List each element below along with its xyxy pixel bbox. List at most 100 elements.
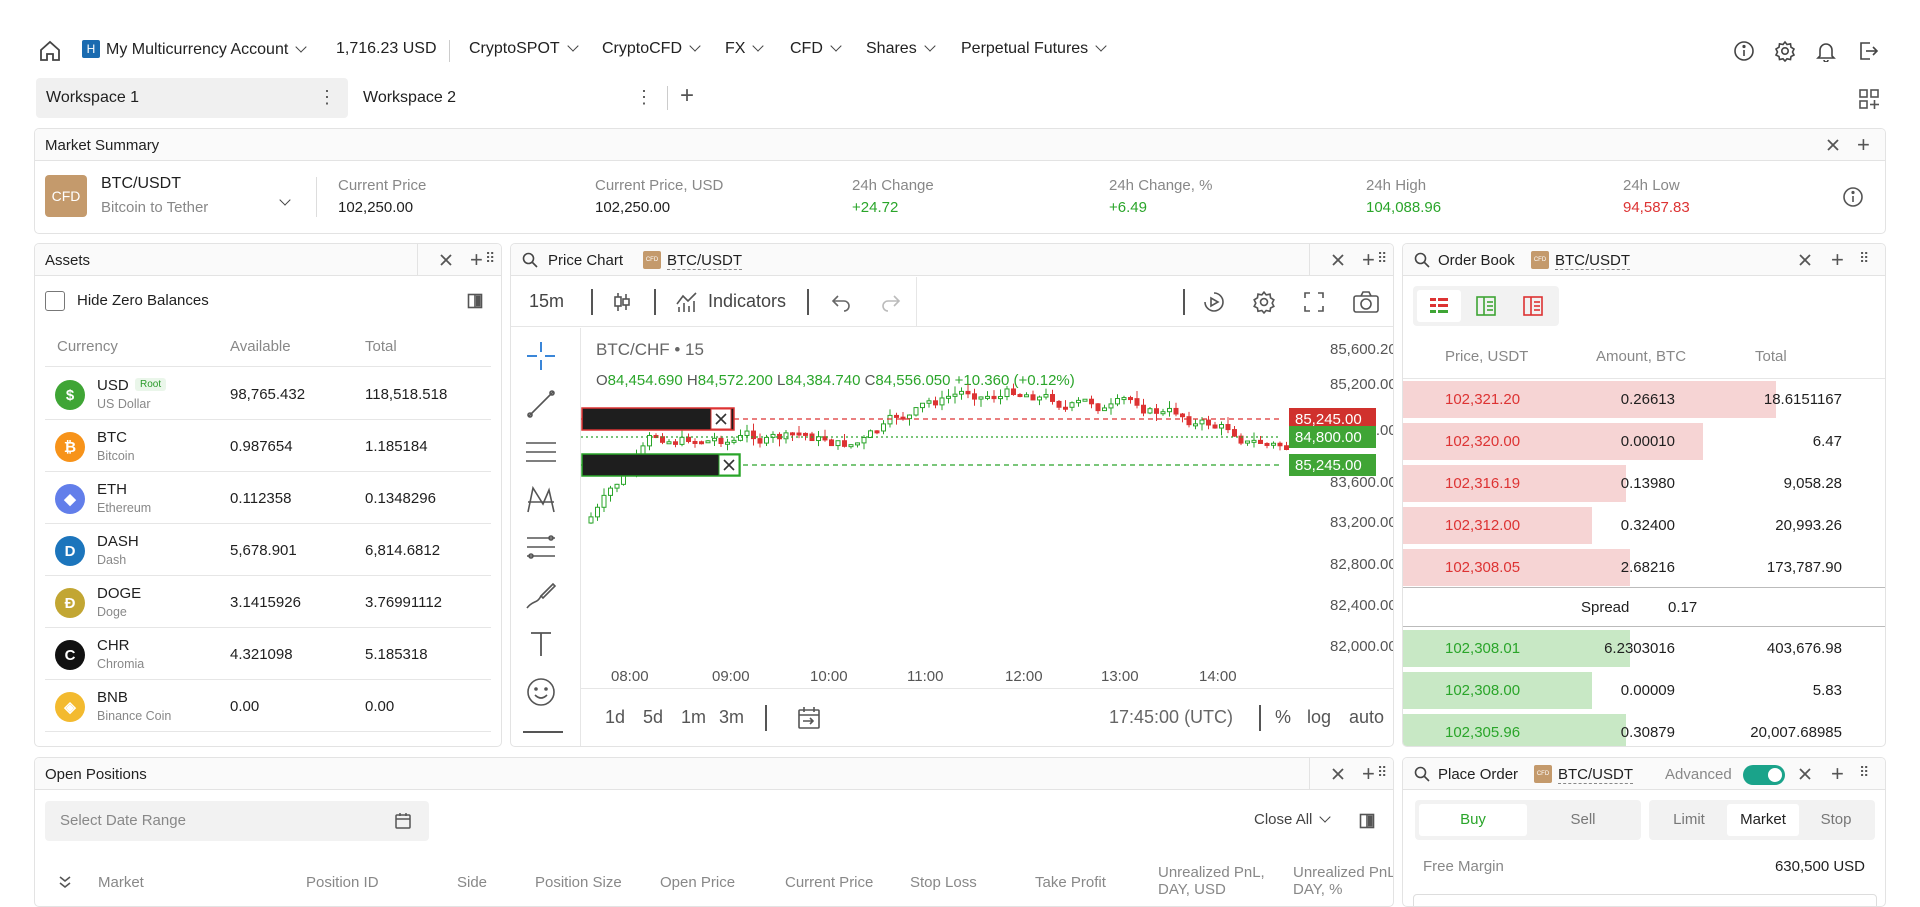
add-icon[interactable]: + xyxy=(1831,249,1847,271)
view-asks-icon[interactable] xyxy=(1511,290,1555,322)
asset-row[interactable]: C CHR Chromia 4.321098 5.185318 xyxy=(45,628,491,680)
column-header[interactable]: Stop Loss xyxy=(910,874,977,891)
column-header[interactable]: Unrealized PnL, DAY, % xyxy=(1293,864,1393,898)
limit-tab[interactable]: Limit xyxy=(1653,804,1725,836)
asset-row[interactable]: ₿ BTC Bitcoin 0.987654 1.185184 xyxy=(45,420,491,472)
close-icon[interactable] xyxy=(1328,764,1348,784)
symbol-selector[interactable]: CFD BTC/USDT Bitcoin to Tether xyxy=(45,173,301,221)
columns-icon[interactable] xyxy=(1357,811,1377,831)
range-1m[interactable]: 1m xyxy=(681,707,706,728)
ask-row[interactable]: 102,312.00 0.32400 20,993.26 xyxy=(1403,505,1885,545)
range-5d[interactable]: 5d xyxy=(643,707,663,728)
emoji-icon[interactable] xyxy=(523,674,559,710)
bid-row[interactable]: 102,305.96 0.30879 20,007.68985 xyxy=(1403,712,1885,746)
collapse-all-icon[interactable] xyxy=(55,872,75,892)
info-icon[interactable] xyxy=(1731,38,1757,64)
price-chart-canvas[interactable]: 85,600.20 85,200.00 84,800.00 83,600.00 83,2… xyxy=(581,328,1394,688)
asset-row[interactable]: ◆ ETH Ethereum 0.112358 0.1348296 xyxy=(45,472,491,524)
view-both-icon[interactable] xyxy=(1417,290,1461,322)
asset-row[interactable]: D DASH Dash 5,678.901 6,814.6812 xyxy=(45,524,491,576)
gear-icon[interactable] xyxy=(1251,289,1277,315)
symbol-link[interactable]: BTC/USDT xyxy=(667,252,742,270)
symbol-link[interactable]: BTC/USDT xyxy=(1558,766,1633,784)
sell-button[interactable]: Sell xyxy=(1529,804,1637,836)
replay-icon[interactable] xyxy=(1201,289,1227,315)
asset-row[interactable]: ◈ BNB Binance Coin 0.00 0.00 xyxy=(45,680,491,732)
close-icon[interactable] xyxy=(436,250,456,270)
bid-row[interactable]: 102,308.00 0.00009 5.83 xyxy=(1403,670,1885,710)
order-tag[interactable] xyxy=(581,407,735,431)
tab-workspace-1[interactable]: Workspace 1 ⋮ xyxy=(36,78,348,118)
brush-icon[interactable] xyxy=(523,578,559,614)
asset-row[interactable]: $ USD Root US Dollar 98,765.432 118,518.518 xyxy=(45,368,491,420)
text-icon[interactable] xyxy=(523,626,559,662)
range-1d[interactable]: 1d xyxy=(605,707,625,728)
view-bids-icon[interactable] xyxy=(1464,290,1508,322)
ask-row[interactable]: 102,316.19 0.13980 9,058.28 xyxy=(1403,463,1885,503)
gear-icon[interactable] xyxy=(1772,38,1798,64)
add-icon[interactable]: + xyxy=(470,249,486,271)
column-header[interactable]: Market xyxy=(98,874,144,891)
menu-perpetual-futures[interactable]: Perpetual Futures xyxy=(961,40,1107,58)
market-tab[interactable]: Market xyxy=(1727,804,1799,836)
more-vertical-icon[interactable]: ⋮ xyxy=(635,88,653,106)
redo-icon[interactable] xyxy=(878,289,904,315)
menu-cryptocfd[interactable]: CryptoCFD xyxy=(602,40,701,58)
columns-icon[interactable] xyxy=(465,291,485,311)
column-header[interactable]: Side xyxy=(457,874,487,891)
fullscreen-icon[interactable] xyxy=(1301,289,1327,315)
account-selector[interactable]: H My Multicurrency Account xyxy=(82,40,307,59)
auto-scale-toggle[interactable]: auto xyxy=(1349,707,1384,728)
drag-handle-icon[interactable]: ⠿ xyxy=(485,250,501,270)
interval-button[interactable]: 15m xyxy=(529,291,564,312)
add-icon[interactable]: + xyxy=(1362,763,1378,785)
menu-cryptospot[interactable]: CryptoSPOT xyxy=(469,40,579,58)
undo-icon[interactable] xyxy=(828,289,854,315)
calendar-goto-icon[interactable] xyxy=(795,704,823,732)
drag-handle-icon[interactable]: ⠿ xyxy=(1377,764,1393,784)
ask-row[interactable]: 102,320.00 0.00010 6.47 xyxy=(1403,421,1885,461)
drag-handle-icon[interactable]: ⠿ xyxy=(1377,250,1393,270)
fib-icon[interactable] xyxy=(523,530,559,566)
range-3m[interactable]: 3m xyxy=(719,707,744,728)
column-header[interactable]: Current Price xyxy=(785,874,873,891)
candlestick-icon[interactable] xyxy=(609,289,635,315)
camera-icon[interactable] xyxy=(1351,289,1381,315)
column-header[interactable]: Take Profit xyxy=(1035,874,1106,891)
column-header[interactable]: Open Price xyxy=(660,874,735,891)
horizontal-lines-icon[interactable] xyxy=(523,434,559,470)
drag-handle-icon[interactable]: ⠿ xyxy=(1859,764,1879,784)
add-workspace-button[interactable]: + xyxy=(680,84,694,108)
symbol-link[interactable]: BTC/USDT xyxy=(1555,252,1630,270)
log-scale-toggle[interactable]: log xyxy=(1307,707,1331,728)
date-range-input[interactable]: Select Date Range xyxy=(45,801,429,841)
menu-shares[interactable]: Shares xyxy=(866,40,936,58)
column-header[interactable]: Unrealized PnL, DAY, USD xyxy=(1158,864,1288,898)
close-icon[interactable] xyxy=(1795,764,1815,784)
menu-cfd[interactable]: CFD xyxy=(790,40,842,58)
drag-handle-icon[interactable]: ⠿ xyxy=(1859,250,1879,270)
logout-icon[interactable] xyxy=(1855,38,1881,64)
percent-scale-toggle[interactable]: % xyxy=(1275,707,1291,728)
tab-workspace-2[interactable]: Workspace 2 ⋮ xyxy=(353,78,665,118)
buy-button[interactable]: Buy xyxy=(1419,804,1527,836)
layout-grid-icon[interactable] xyxy=(1856,86,1882,112)
close-icon[interactable] xyxy=(1328,250,1348,270)
hide-zero-checkbox[interactable] xyxy=(45,291,65,311)
add-icon[interactable]: + xyxy=(1831,763,1847,785)
crosshair-icon[interactable] xyxy=(523,338,559,374)
ask-row[interactable]: 102,308.05 2.68216 173,787.90 xyxy=(1403,547,1885,587)
add-icon[interactable]: + xyxy=(1362,249,1378,271)
column-header[interactable]: Position ID xyxy=(306,874,379,891)
info-icon[interactable] xyxy=(1841,185,1865,209)
menu-fx[interactable]: FX xyxy=(725,40,765,58)
column-header[interactable]: Position Size xyxy=(535,874,622,891)
advanced-toggle[interactable] xyxy=(1743,765,1785,785)
more-vertical-icon[interactable]: ⋮ xyxy=(318,88,336,106)
home-icon[interactable] xyxy=(37,38,63,64)
bell-icon[interactable] xyxy=(1813,38,1839,64)
close-icon[interactable] xyxy=(1823,135,1843,155)
indicators-button[interactable]: Indicators xyxy=(708,291,786,312)
asset-row[interactable]: Ð DOGE Doge 3.1415926 3.76991112 xyxy=(45,576,491,628)
bid-row[interactable]: 102,308.01 6.2303016 403,676.98 xyxy=(1403,628,1885,668)
